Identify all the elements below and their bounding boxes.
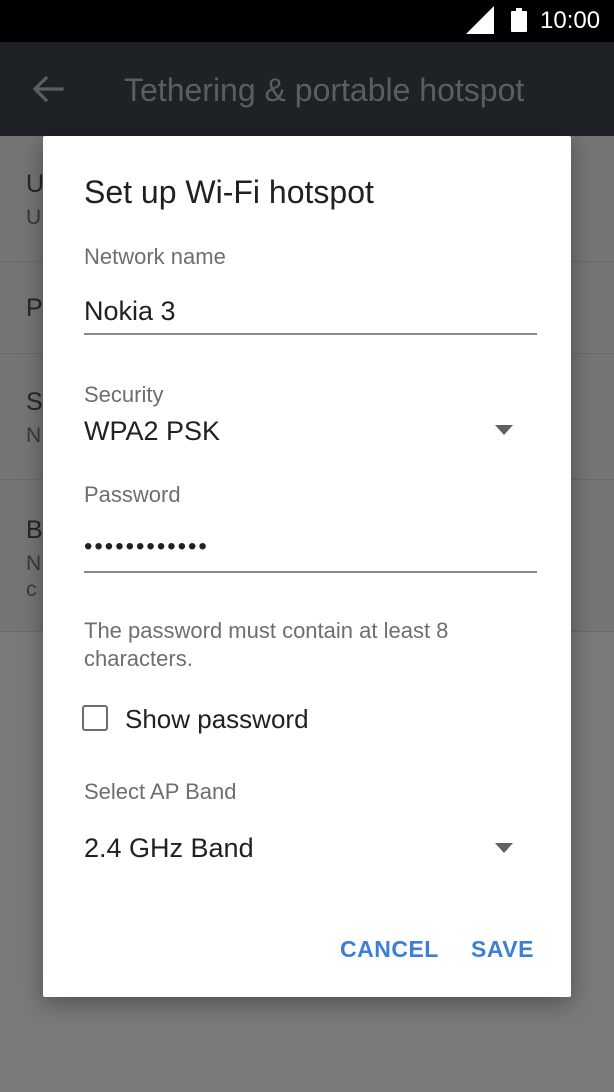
password-label: Password	[84, 482, 181, 507]
show-password-checkbox[interactable]	[82, 705, 108, 731]
status-bar: 10:00	[0, 0, 614, 42]
password-hint: The password must contain at least 8 cha…	[84, 618, 449, 671]
network-name-input[interactable]: Nokia 3	[84, 295, 176, 327]
ap-band-dropdown[interactable]: 2.4 GHz Band	[84, 832, 254, 864]
list-item-subtitle: N	[26, 424, 42, 447]
save-button[interactable]: SAVE	[471, 934, 534, 964]
list-item-title: P	[26, 294, 43, 322]
show-password-label[interactable]: Show password	[125, 703, 309, 735]
dropdown-arrow-icon[interactable]	[495, 843, 513, 853]
security-dropdown[interactable]: WPA2 PSK	[84, 415, 537, 447]
password-input[interactable]: ••••••••••••	[84, 531, 209, 563]
list-item-title: S	[26, 388, 43, 416]
security-label: Security	[84, 382, 164, 407]
cell-signal-icon	[466, 6, 494, 34]
battery-icon	[511, 8, 527, 32]
app-bar: Tethering & portable hotspot	[0, 42, 614, 136]
list-item-subtitle: N	[26, 552, 42, 575]
back-arrow-icon[interactable]	[32, 73, 64, 105]
list-item-title: U	[26, 170, 45, 198]
network-name-underline	[84, 333, 537, 335]
cancel-button[interactable]: CANCEL	[340, 934, 439, 964]
page-title: Tethering & portable hotspot	[124, 72, 525, 108]
ap-band-label: Select AP Band	[84, 779, 237, 804]
list-item-subtitle: U	[26, 206, 42, 229]
password-underline	[84, 571, 537, 573]
list-item-title: B	[26, 516, 43, 544]
status-time: 10:00	[540, 7, 601, 34]
dropdown-arrow-icon[interactable]	[495, 425, 513, 435]
dialog-title: Set up Wi-Fi hotspot	[84, 174, 374, 210]
wifi-hotspot-dialog: Set up Wi-Fi hotspot Network name Nokia …	[43, 136, 571, 997]
list-item-subtitle: c	[26, 578, 37, 601]
network-name-label: Network name	[84, 244, 226, 269]
